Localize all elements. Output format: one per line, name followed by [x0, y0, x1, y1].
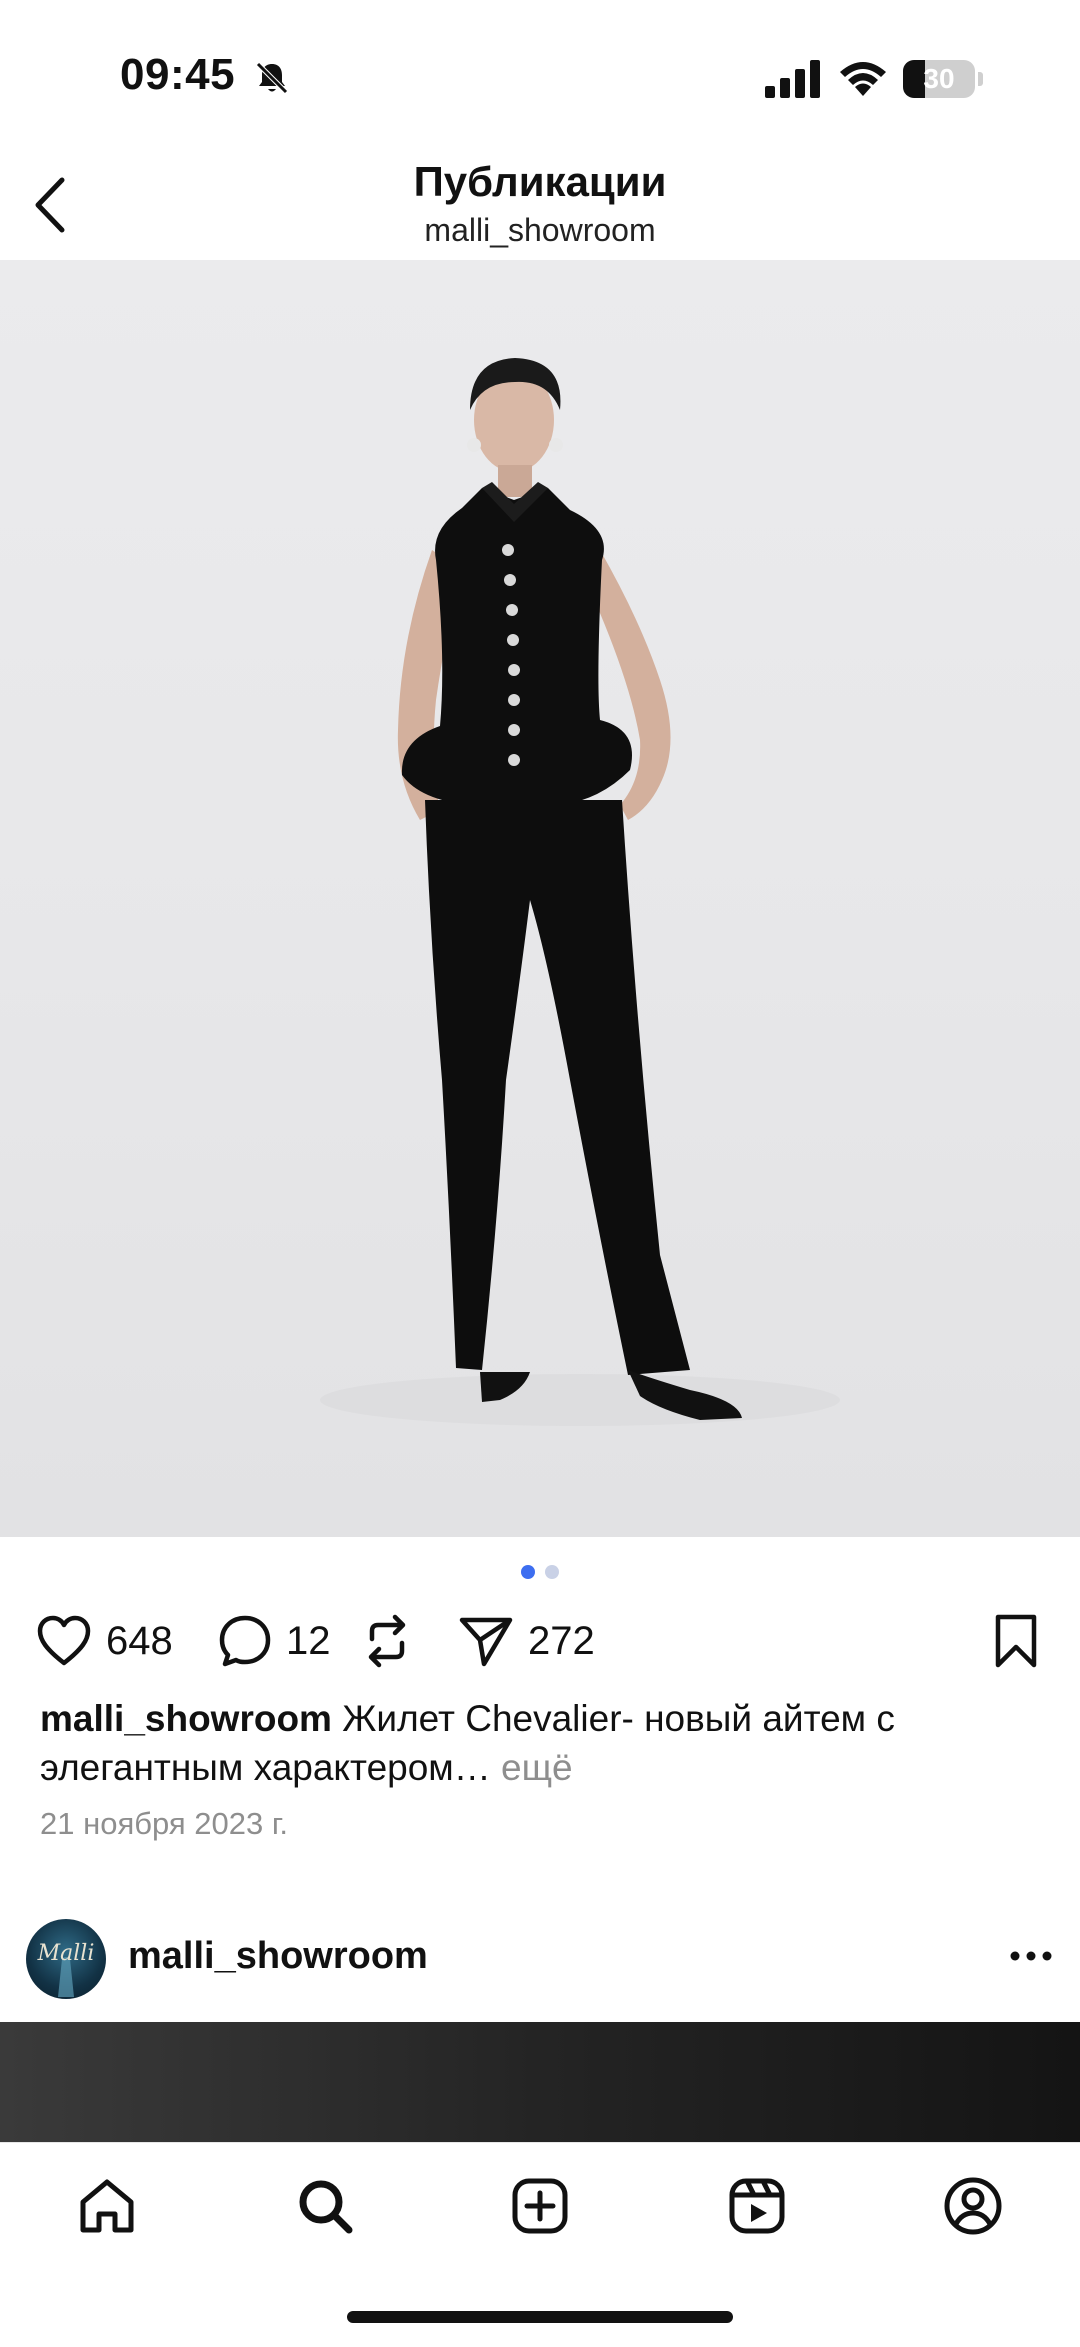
- profile-icon: [944, 2177, 1002, 2235]
- reels-icon: [729, 2178, 785, 2234]
- share-count: 272: [528, 1618, 595, 1663]
- like-count: 648: [106, 1618, 173, 1663]
- search-icon: [299, 2180, 353, 2234]
- cellular-signal-icon: [765, 60, 820, 98]
- wifi-icon: [840, 62, 886, 96]
- battery-indicator: 30: [903, 60, 983, 98]
- home-icon: [80, 2179, 134, 2233]
- post-photo[interactable]: [0, 260, 1080, 1537]
- battery-body: 30: [903, 60, 975, 98]
- battery-level: 30: [923, 63, 955, 94]
- status-bar: 09:45 30: [0, 0, 1080, 150]
- comment-bubble-icon: [219, 1615, 271, 1667]
- more-options-button[interactable]: [1008, 1941, 1054, 1971]
- save-button[interactable]: [988, 1613, 1044, 1669]
- caption-more-link[interactable]: ещё: [501, 1747, 573, 1788]
- next-post-photo[interactable]: [0, 2022, 1080, 2142]
- next-post-header: Malli malli_showroom: [0, 1915, 1080, 2005]
- nav-home[interactable]: [72, 2171, 142, 2241]
- heart-icon: [37, 1615, 91, 1666]
- nav-reels[interactable]: [722, 2171, 792, 2241]
- page-header: Публикации malli_showroom: [0, 150, 1080, 260]
- like-action[interactable]: 648: [36, 1605, 173, 1677]
- status-time: 09:45: [120, 50, 236, 99]
- page-title: Публикации: [413, 158, 667, 205]
- next-post-username[interactable]: malli_showroom: [128, 1935, 428, 1978]
- post-actions: 648 12 272: [0, 1605, 1080, 1677]
- bottom-navigation: [0, 2142, 1080, 2347]
- nav-profile[interactable]: [938, 2171, 1008, 2241]
- ellipsis-icon: [1010, 1951, 1052, 1961]
- battery-cap: [978, 72, 983, 86]
- caption-username[interactable]: malli_showroom: [40, 1698, 332, 1739]
- carousel-indicator: [0, 1565, 1080, 1581]
- nav-search[interactable]: [290, 2171, 360, 2241]
- carousel-dot: [545, 1565, 559, 1579]
- model-in-black-suit-illustration: [320, 358, 840, 1426]
- paper-plane-icon: [459, 1617, 513, 1667]
- carousel-dot: [521, 1565, 535, 1579]
- page-subtitle-username[interactable]: malli_showroom: [0, 212, 1080, 249]
- bell-off-icon: [256, 62, 288, 94]
- share-action[interactable]: 272: [458, 1605, 595, 1677]
- comment-action[interactable]: 12: [218, 1605, 331, 1677]
- bookmark-icon: [995, 1614, 1037, 1668]
- create-icon: [512, 2178, 568, 2234]
- repost-action[interactable]: [362, 1605, 412, 1677]
- avatar[interactable]: Malli: [26, 1919, 106, 1999]
- comment-count: 12: [286, 1618, 331, 1663]
- post-date: 21 ноября 2023 г.: [40, 1806, 288, 1841]
- repost-icon: [368, 1614, 406, 1668]
- nav-create[interactable]: [505, 2171, 575, 2241]
- home-indicator[interactable]: [347, 2311, 733, 2323]
- post-caption: malli_showroom Жилет Chevalier- новый ай…: [40, 1694, 1000, 1792]
- avatar-logo-text: Malli: [37, 1941, 95, 1966]
